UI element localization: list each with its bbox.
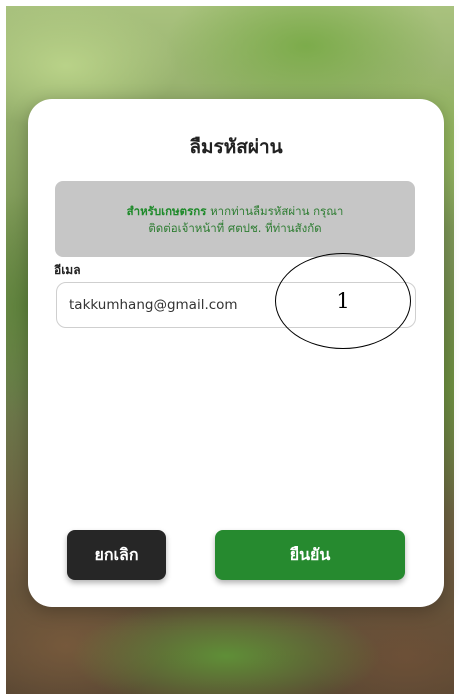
annotation-circle: 1 bbox=[275, 253, 411, 349]
cancel-button[interactable]: ยกเลิก bbox=[67, 530, 166, 580]
annotation-number: 1 bbox=[336, 289, 350, 313]
notice-text-line1: หากท่านลืมรหัสผ่าน กรุณา bbox=[206, 204, 344, 218]
notice-highlight: สำหรับเกษตรกร bbox=[126, 204, 207, 218]
email-label: อีเมล bbox=[54, 263, 81, 277]
confirm-button[interactable]: ยืนยัน bbox=[215, 530, 405, 580]
notice-text-line2: ติดต่อเจ้าหน้าที่ ศตปช. ที่ท่านสังกัด bbox=[148, 221, 322, 235]
screen: ลืมรหัสผ่าน สำหรับเกษตรกร หากท่านลืมรหัส… bbox=[0, 0, 460, 697]
farmer-notice-box: สำหรับเกษตรกร หากท่านลืมรหัสผ่าน กรุณา ต… bbox=[55, 181, 415, 257]
dialog-title: ลืมรหัสผ่าน bbox=[189, 136, 283, 158]
forgot-password-dialog: ลืมรหัสผ่าน สำหรับเกษตรกร หากท่านลืมรหัส… bbox=[28, 99, 444, 607]
